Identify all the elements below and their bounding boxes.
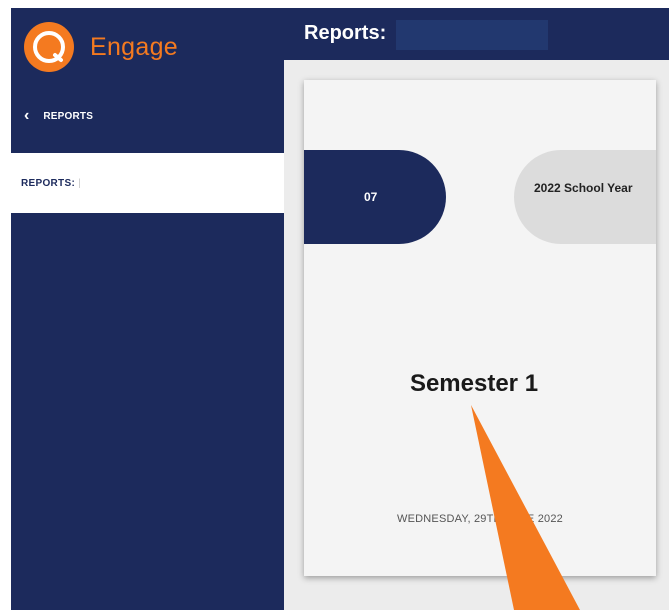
sidebar: Engage ‹ REPORTS REPORTS: |: [11, 8, 284, 610]
report-date: WEDNESDAY, 29TH JUNE 2022: [397, 513, 563, 525]
sidebar-item-reports[interactable]: REPORTS: |: [11, 153, 284, 213]
app-name: Engage: [90, 32, 178, 61]
back-link-label: REPORTS: [43, 110, 94, 122]
sidebar-item-redacted-bar: |: [78, 177, 82, 189]
report-tag-left: 07: [304, 150, 446, 244]
chevron-left-icon: ‹: [24, 107, 30, 124]
report-tag-right: 2022 School Year: [514, 150, 656, 244]
page-title: Reports:: [304, 22, 387, 44]
engage-logo-icon: [24, 22, 74, 72]
app-window: Engage ‹ REPORTS REPORTS: | Reports: 07 …: [0, 0, 669, 610]
app-logo[interactable]: Engage: [24, 20, 178, 74]
redacted-name: [396, 20, 548, 50]
report-title: Semester 1: [409, 370, 539, 397]
report-tag-right-label: 2022 School Year: [534, 181, 633, 195]
report-card[interactable]: 07 2022 School Year Semester 1 WEDNESDAY…: [304, 80, 656, 576]
sidebar-item-label: REPORTS: |: [21, 178, 81, 189]
sidebar-item-text: REPORTS:: [21, 177, 79, 189]
report-tag-left-label: 07: [364, 190, 378, 204]
page-header: Reports:: [284, 8, 669, 60]
back-to-reports-link[interactable]: ‹ REPORTS: [24, 106, 93, 126]
